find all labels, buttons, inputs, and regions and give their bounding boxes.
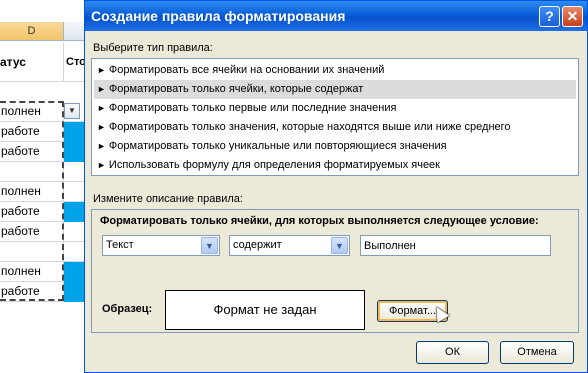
status-cell[interactable]: работе <box>0 122 64 142</box>
rule-type-item[interactable]: ► Использовать формулу для определения фо… <box>94 156 576 175</box>
condition-value-field[interactable] <box>360 235 551 256</box>
help-icon: ? <box>545 8 554 24</box>
close-icon: ✕ <box>566 8 579 24</box>
help-button[interactable]: ? <box>539 6 560 27</box>
triangle-right-icon: ► <box>97 65 106 75</box>
rule-type-item[interactable]: ► Форматировать только уникальные или пов… <box>94 137 576 156</box>
rule-type-item[interactable]: ► Форматировать только значения, которые … <box>94 118 576 137</box>
format-preview: Формат не задан <box>165 290 365 330</box>
status-cell[interactable]: полнен <box>0 262 64 282</box>
rule-type-label: Форматировать все ячейки на основании их… <box>108 64 385 76</box>
dialog-title: Создание правила форматирования <box>91 8 346 24</box>
cancel-button[interactable]: Отмена <box>500 341 574 364</box>
status-cell[interactable]: полнен <box>0 182 64 202</box>
rule-type-label: Форматировать только значения, которые н… <box>108 121 511 133</box>
triangle-right-icon: ► <box>97 122 106 132</box>
rule-type-label: Форматировать только первые или последни… <box>108 102 397 114</box>
condition-value-input[interactable] <box>361 236 550 255</box>
rule-type-label: Использовать формулу для определения фор… <box>108 159 440 171</box>
status-column-header[interactable]: атус <box>0 42 64 82</box>
status-cell[interactable]: полнен <box>0 102 64 122</box>
operator-select[interactable]: содержит ▼ <box>229 235 350 256</box>
status-cell[interactable] <box>0 242 64 262</box>
rule-description-label: Измените описание правила: <box>93 193 243 205</box>
triangle-right-icon: ► <box>97 160 106 170</box>
triangle-right-icon: ► <box>97 103 106 113</box>
rule-type-item[interactable]: ► Форматировать только ячейки, которые со… <box>94 80 576 99</box>
ok-button[interactable]: ОК <box>416 341 489 364</box>
rule-type-list[interactable]: ► Форматировать все ячейки на основании и… <box>91 58 579 176</box>
sample-label: Образец: <box>102 303 153 315</box>
filter-dropdown-icon[interactable]: ▼ <box>64 103 80 119</box>
column-header-d[interactable]: D <box>0 22 64 41</box>
chevron-down-icon[interactable]: ▼ <box>201 237 218 254</box>
rule-description-panel: Форматировать только ячейки, для которых… <box>91 209 579 333</box>
rule-type-label: Выберите тип правила: <box>93 42 213 54</box>
cell-value-type-value: Текст <box>106 239 134 251</box>
status-cell[interactable]: работе <box>0 202 64 222</box>
rule-type-item[interactable]: ► Форматировать только первые или последн… <box>94 99 576 118</box>
rule-type-item[interactable]: ► Форматировать все ячейки на основании и… <box>94 61 576 80</box>
status-cell[interactable] <box>0 162 64 182</box>
triangle-right-icon: ► <box>97 84 106 94</box>
condition-title: Форматировать только ячейки, для которых… <box>100 215 539 227</box>
close-button[interactable]: ✕ <box>562 6 583 27</box>
status-cell[interactable]: работе <box>0 282 64 302</box>
status-cell[interactable]: работе <box>0 222 64 242</box>
new-formatting-rule-dialog: Создание правила форматирования ? ✕ Выбе… <box>84 0 588 373</box>
cell-value-type-select[interactable]: Текст ▼ <box>102 235 220 256</box>
triangle-right-icon: ► <box>97 141 106 151</box>
rule-type-label: Форматировать только уникальные или повт… <box>108 140 447 152</box>
chevron-down-icon[interactable]: ▼ <box>331 237 348 254</box>
rule-type-label: Форматировать только ячейки, которые сод… <box>108 83 364 95</box>
status-cell[interactable]: работе <box>0 142 64 162</box>
dialog-titlebar[interactable]: Создание правила форматирования ? ✕ <box>85 1 587 31</box>
operator-value: содержит <box>233 239 282 251</box>
